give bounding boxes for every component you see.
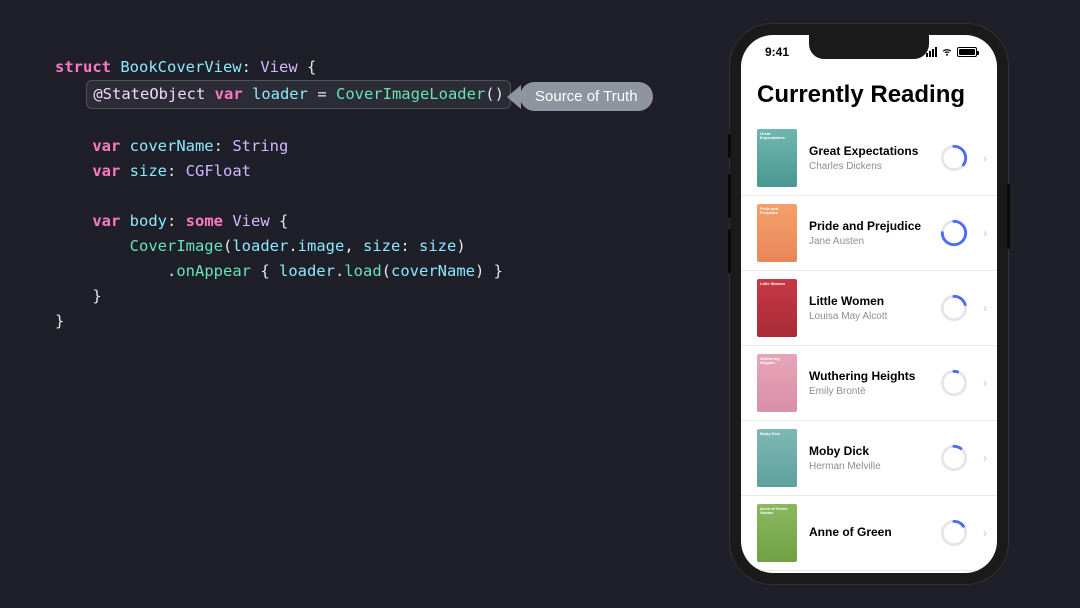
book-author: Louisa May Alcott xyxy=(809,311,927,322)
book-cover-thumbnail: Wuthering Heights xyxy=(757,354,797,412)
book-info: Pride and PrejudiceJane Austen xyxy=(809,219,927,247)
phone-volume-down xyxy=(728,229,731,273)
book-row[interactable]: Pride and PrejudicePride and PrejudiceJa… xyxy=(741,196,997,271)
book-title: Great Expectations xyxy=(809,144,927,160)
phone-screen: 9:41 Currently Reading Great Expectation… xyxy=(741,35,997,573)
book-cover-thumbnail: Pride and Prejudice xyxy=(757,204,797,262)
book-cover-thumbnail: Anne of Green Gables xyxy=(757,504,797,562)
book-info: Anne of Green xyxy=(809,525,927,542)
book-author: Herman Melville xyxy=(809,461,927,472)
wifi-icon xyxy=(940,47,954,57)
chevron-right-icon: › xyxy=(983,376,987,390)
book-author: Emily Brontë xyxy=(809,386,927,397)
book-title: Pride and Prejudice xyxy=(809,219,927,235)
book-row[interactable]: Anne of Green Gables Anne of Green › xyxy=(741,496,997,571)
progress-ring xyxy=(939,293,969,323)
book-cover-thumbnail: Great Expectations xyxy=(757,129,797,187)
page-title: Currently Reading xyxy=(741,59,997,121)
callout-arrow-icon xyxy=(507,85,521,109)
battery-icon xyxy=(957,47,977,57)
book-cover-thumbnail: Little Women xyxy=(757,279,797,337)
book-list: Great ExpectationsGreat ExpectationsChar… xyxy=(741,121,997,571)
progress-ring xyxy=(939,218,969,248)
progress-ring xyxy=(939,368,969,398)
callout-annotation: Source of Truth xyxy=(507,82,653,111)
book-info: Great ExpectationsCharles Dickens xyxy=(809,144,927,172)
chevron-right-icon: › xyxy=(983,301,987,315)
book-title: Wuthering Heights xyxy=(809,369,927,385)
progress-ring xyxy=(939,143,969,173)
book-author: Charles Dickens xyxy=(809,161,927,172)
book-title: Anne of Green xyxy=(809,525,927,541)
book-info: Wuthering HeightsEmily Brontë xyxy=(809,369,927,397)
highlighted-code-line: @StateObject var loader = CoverImageLoad… xyxy=(86,80,511,109)
phone-volume-up xyxy=(728,174,731,218)
book-cover-thumbnail: Moby Dick xyxy=(757,429,797,487)
book-title: Little Women xyxy=(809,294,927,310)
chevron-right-icon: › xyxy=(983,226,987,240)
chevron-right-icon: › xyxy=(983,151,987,165)
book-row[interactable]: Moby DickMoby DickHerman Melville › xyxy=(741,421,997,496)
chevron-right-icon: › xyxy=(983,451,987,465)
book-title: Moby Dick xyxy=(809,444,927,460)
book-author: Jane Austen xyxy=(809,236,927,247)
progress-ring xyxy=(939,518,969,548)
phone-notch xyxy=(809,35,929,59)
progress-ring xyxy=(939,443,969,473)
phone-mockup: 9:41 Currently Reading Great Expectation… xyxy=(730,24,1008,584)
phone-mute-switch xyxy=(728,134,731,158)
status-time: 9:41 xyxy=(765,45,789,59)
phone-power-button xyxy=(1007,184,1010,249)
book-row[interactable]: Little WomenLittle WomenLouisa May Alcot… xyxy=(741,271,997,346)
callout-label: Source of Truth xyxy=(520,82,653,111)
chevron-right-icon: › xyxy=(983,526,987,540)
book-info: Moby DickHerman Melville xyxy=(809,444,927,472)
book-row[interactable]: Great ExpectationsGreat ExpectationsChar… xyxy=(741,121,997,196)
book-row[interactable]: Wuthering HeightsWuthering HeightsEmily … xyxy=(741,346,997,421)
book-info: Little WomenLouisa May Alcott xyxy=(809,294,927,322)
